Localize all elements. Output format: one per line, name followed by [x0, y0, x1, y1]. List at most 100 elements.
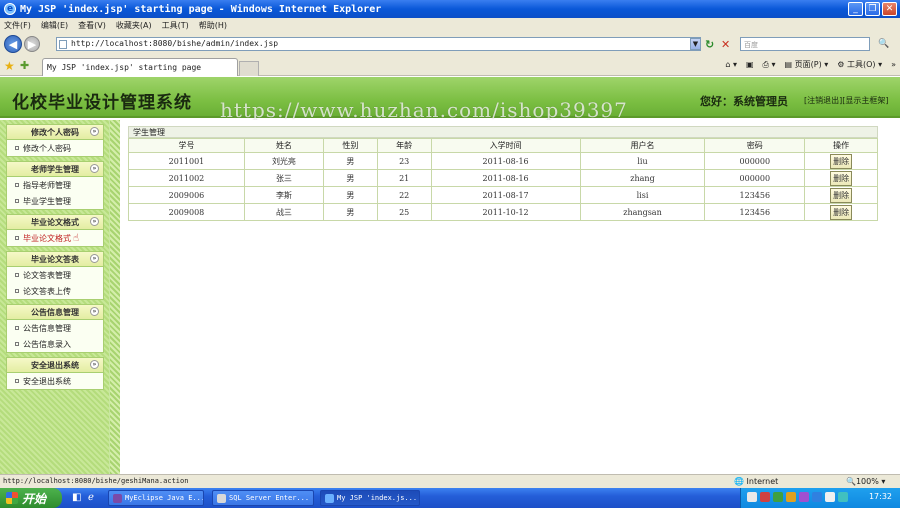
network-icon[interactable]: [773, 492, 783, 502]
page-menu[interactable]: ▤ 页面(P) ▾: [785, 59, 829, 70]
minimize-button[interactable]: _: [848, 2, 863, 16]
address-bar: ◀ ▶ http://localhost:8080/bishe/admin/in…: [0, 32, 900, 56]
tray-app-icon[interactable]: [838, 492, 848, 502]
volume-icon[interactable]: [825, 492, 835, 502]
address-dropdown-icon[interactable]: ▼: [690, 38, 701, 50]
restore-button[interactable]: ❐: [865, 2, 880, 16]
tray-app-icon[interactable]: [786, 492, 796, 502]
home-frame-link[interactable]: [显示主框架]: [842, 96, 888, 105]
sidebar-item-notices-add[interactable]: 公告信息录入: [7, 336, 103, 352]
taskbar-item-sqlserver[interactable]: SQL Server Enter...: [212, 490, 314, 506]
sidebar-item-label: 修改个人密码: [23, 143, 71, 153]
student-table: 学号 姓名 性别 年龄 入学时间 用户名 密码 操作 2011001 刘光亮 男…: [128, 138, 878, 221]
show-desktop-icon[interactable]: ◧: [72, 492, 81, 503]
taskbar-item-ie[interactable]: My JSP 'index.js...: [320, 490, 420, 506]
cell-age: 23: [376, 152, 432, 170]
close-button[interactable]: ✕: [882, 2, 897, 16]
toolbar-overflow-icon[interactable]: »: [891, 60, 896, 69]
collapse-icon[interactable]: »: [90, 307, 99, 316]
tray-icons: [747, 492, 848, 502]
favorites-star-icon[interactable]: ★: [4, 59, 15, 73]
menu-edit[interactable]: 编辑(E): [41, 20, 68, 31]
status-url: http://localhost:8080/bishe/geshiMana.ac…: [3, 477, 189, 485]
browser-tab[interactable]: My JSP 'index.jsp' starting page: [42, 58, 238, 76]
keyboard-icon[interactable]: [747, 492, 757, 502]
section-header[interactable]: 老师学生管理 »: [7, 162, 103, 177]
table-row: 2009008 战三 男 25 2011-10-12 zhangsan 1234…: [128, 203, 878, 221]
delete-button[interactable]: 删除: [830, 153, 853, 169]
section-header[interactable]: 安全退出系统 »: [7, 358, 103, 373]
sidebar-item-thesis-format[interactable]: 毕业论文格式 ☝: [7, 230, 103, 246]
sidebar-item-students[interactable]: 毕业学生管理: [7, 193, 103, 209]
tray-app-icon[interactable]: [812, 492, 822, 502]
delete-button[interactable]: 删除: [830, 204, 853, 220]
tray-app-icon[interactable]: [799, 492, 809, 502]
stop-icon[interactable]: ✕: [721, 39, 733, 51]
window-titlebar: e My JSP 'index.jsp' starting page - Win…: [0, 0, 900, 18]
tools-menu[interactable]: ⚙ 工具(O) ▾: [837, 59, 882, 70]
sidebar-item-notices-manage[interactable]: 公告信息管理: [7, 320, 103, 336]
feeds-icon[interactable]: ▣: [746, 60, 754, 69]
print-icon[interactable]: ⎙ ▾: [763, 60, 776, 70]
sidebar-item-logout[interactable]: 安全退出系统: [7, 373, 103, 389]
collapse-icon[interactable]: »: [90, 360, 99, 369]
collapse-icon[interactable]: »: [90, 164, 99, 173]
cell-student-id: 2009008: [128, 203, 245, 221]
collapse-icon[interactable]: »: [90, 254, 99, 263]
section-header[interactable]: 毕业论文格式 »: [7, 215, 103, 230]
address-input[interactable]: http://localhost:8080/bishe/admin/index.…: [56, 37, 701, 51]
ie-icon: e: [4, 3, 16, 15]
refresh-icon[interactable]: ↻: [705, 39, 717, 51]
sidebar-item-teachers[interactable]: 指导老师管理: [7, 177, 103, 193]
sidebar-item-forms-upload[interactable]: 论文答表上传: [7, 283, 103, 299]
sidebar: 修改个人密码 » 修改个人密码 老师学生管理 » 指导老师管理 毕业学生管理 毕…: [0, 120, 120, 474]
section-header[interactable]: 毕业论文答表 »: [7, 252, 103, 267]
start-label: 开始: [22, 491, 47, 506]
back-button[interactable]: ◀: [4, 35, 22, 53]
column-header: 学号: [128, 138, 245, 153]
cell-name: 李斯: [243, 186, 324, 204]
myeclipse-icon: [113, 493, 122, 503]
menu-favorites[interactable]: 收藏夹(A): [116, 20, 152, 31]
start-button[interactable]: 开始: [0, 488, 62, 508]
add-favorite-icon[interactable]: ✚: [20, 59, 29, 72]
sidebar-section-password: 修改个人密码 » 修改个人密码: [6, 124, 104, 157]
menu-help[interactable]: 帮助(H): [199, 20, 227, 31]
sidebar-item-change-password[interactable]: 修改个人密码: [7, 140, 103, 156]
zoom-control[interactable]: 🔍100% ▾: [846, 477, 885, 486]
delete-button[interactable]: 删除: [830, 187, 853, 203]
sidebar-item-label: 指导老师管理: [23, 180, 71, 190]
taskbar-item-myeclipse[interactable]: MyEclipse Java E...: [108, 490, 204, 506]
new-tab-button[interactable]: [239, 61, 259, 76]
search-icon[interactable]: 🔍: [873, 37, 895, 51]
cell-student-id: 2011002: [128, 169, 245, 187]
logout-link[interactable]: [注销退出]: [804, 96, 842, 105]
home-icon[interactable]: ⌂ ▾: [725, 60, 737, 69]
cell-gender: 男: [322, 203, 378, 221]
menu-file[interactable]: 文件(F): [4, 20, 31, 31]
table-row: 2011001 刘光亮 男 23 2011-08-16 liu 000000 删…: [128, 152, 878, 170]
collapse-icon[interactable]: »: [90, 127, 99, 136]
section-header[interactable]: 修改个人密码 »: [7, 125, 103, 140]
column-header: 年龄: [376, 138, 432, 153]
section-header[interactable]: 公告信息管理 »: [7, 305, 103, 320]
cell-username: zhang: [579, 169, 706, 187]
panel-title: 学生管理: [128, 126, 878, 138]
section-title: 老师学生管理: [31, 164, 79, 174]
menu-tools[interactable]: 工具(T): [162, 20, 189, 31]
main-area: 修改个人密码 » 修改个人密码 老师学生管理 » 指导老师管理 毕业学生管理 毕…: [0, 120, 900, 474]
bullet-icon: [15, 146, 19, 150]
sidebar-item-forms-manage[interactable]: 论文答表管理: [7, 267, 103, 283]
menu-view[interactable]: 查看(V): [78, 20, 106, 31]
cell-enroll-date: 2011-08-16: [430, 169, 581, 187]
zoom-level: 100%: [855, 477, 879, 486]
ie-quicklaunch-icon[interactable]: ℯ: [88, 492, 94, 503]
delete-button[interactable]: 删除: [830, 170, 853, 186]
search-input[interactable]: 百度: [740, 37, 870, 51]
antivirus-icon[interactable]: [760, 492, 770, 502]
collapse-icon[interactable]: »: [90, 217, 99, 226]
forward-button[interactable]: ▶: [24, 36, 40, 52]
sidebar-splitter[interactable]: [109, 120, 120, 474]
sidebar-section-thesis-forms: 毕业论文答表 » 论文答表管理 论文答表上传: [6, 251, 104, 300]
bullet-icon: [15, 326, 19, 330]
